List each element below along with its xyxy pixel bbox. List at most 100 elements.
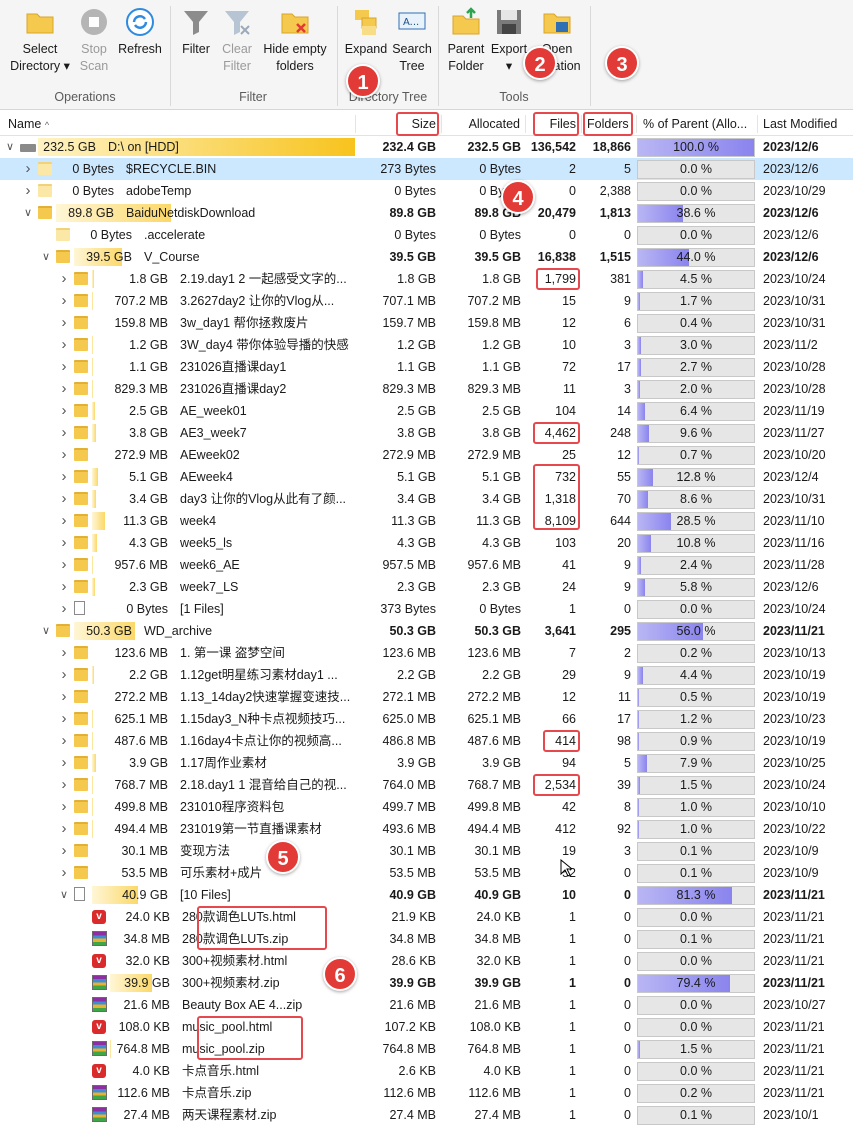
table-row[interactable]: › 625.1 MB 1.15day3_N种卡点视频技巧... 625.0 MB 625… (0, 708, 853, 730)
table-row[interactable]: 764.8 MB music_pool.zip 764.8 MB 764.8 MB 1 0… (0, 1038, 853, 1060)
name-cell[interactable]: › 5.1 GB AEweek4 (0, 466, 355, 488)
table-row[interactable]: 27.4 MB 两天课程素材.zip 27.4 MB 27.4 MB 1 0 2023/10… (0, 1104, 853, 1126)
name-cell[interactable]: › 707.2 MB 3.2627day2 让你的Vlog从... (0, 290, 355, 312)
collapse-chevron-icon[interactable]: ∨ (40, 246, 52, 268)
collapse-chevron-icon[interactable]: ∨ (58, 884, 70, 906)
table-row[interactable]: ∨ 232.5 GB D:\ on [HDD] 232.4 GB 232.5 GB 136… (0, 136, 853, 158)
name-cell[interactable]: › 11.3 GB week4 (0, 510, 355, 532)
table-row[interactable]: › 494.4 MB 231019第一节直播课素材 493.6 MB 494.4 MB 4… (0, 818, 853, 840)
expand-chevron-icon[interactable]: › (22, 180, 34, 202)
name-cell[interactable]: › 3.4 GB day3 让你的Vlog从此有了颜... (0, 488, 355, 510)
expand-chevron-icon[interactable]: › (58, 730, 70, 752)
table-row[interactable]: › 0 Bytes adobeTemp 0 Bytes 0 Bytes 0 2,388 202… (0, 180, 853, 202)
table-row[interactable]: › 957.6 MB week6_AE 957.5 MB 957.6 MB 41 9 2023… (0, 554, 853, 576)
expand-chevron-icon[interactable]: › (58, 532, 70, 554)
name-cell[interactable]: › 159.8 MB 3w_day1 帮你拯救废片 (0, 312, 355, 334)
collapse-chevron-icon[interactable]: ∨ (4, 136, 16, 158)
expand-chevron-icon[interactable]: › (58, 356, 70, 378)
table-row[interactable]: 112.6 MB 卡点音乐.zip 112.6 MB 112.6 MB 1 0 2023/1… (0, 1082, 853, 1104)
column-divider[interactable] (757, 115, 758, 133)
table-row[interactable]: ∨ 40.9 GB [10 Files] 40.9 GB 40.9 GB 10 0 2023/… (0, 884, 853, 906)
table-row[interactable]: › 4.3 GB week5_ls 4.3 GB 4.3 GB 103 20 2023/11/… (0, 532, 853, 554)
name-cell[interactable]: › 30.1 MB 变现方法 (0, 840, 355, 862)
table-row[interactable]: › 272.9 MB AEweek02 272.9 MB 272.9 MB 25 12 202… (0, 444, 853, 466)
table-row[interactable]: 34.8 MB 280款调色LUTs.zip 34.8 MB 34.8 MB 1 0 202… (0, 928, 853, 950)
column-divider[interactable] (355, 115, 356, 133)
search-tree-button[interactable]: A... Search Tree (390, 6, 434, 75)
name-cell[interactable]: › 3.9 GB 1.17周作业素材 (0, 752, 355, 774)
name-cell[interactable]: 112.6 MB 卡点音乐.zip (0, 1082, 355, 1104)
table-row[interactable]: › 829.3 MB 231026直播课day2 829.3 MB 829.3 MB 11… (0, 378, 853, 400)
expand-chevron-icon[interactable]: › (58, 818, 70, 840)
expand-chevron-icon[interactable]: › (58, 290, 70, 312)
table-row[interactable]: › 3.4 GB day3 让你的Vlog从此有了颜... 3.4 GB 3.4 GB 1… (0, 488, 853, 510)
filter-button[interactable]: Filter (176, 6, 216, 58)
expand-button[interactable]: Expand (342, 6, 390, 58)
table-row[interactable]: ›53.5 MB可乐素材+成片53.5 MB53.5 MB5202023/10/… (0, 862, 853, 884)
name-cell[interactable]: › 829.3 MB 231026直播课day2 (0, 378, 355, 400)
name-cell[interactable]: › 768.7 MB 2.18.day1 1 混音给自己的视... (0, 774, 355, 796)
table-row[interactable]: › 159.8 MB 3w_day1 帮你拯救废片 159.7 MB 159.8 MB 1… (0, 312, 853, 334)
table-row[interactable]: › 3.9 GB 1.17周作业素材 3.9 GB 3.9 GB 94 5 2023/10/2… (0, 752, 853, 774)
expand-chevron-icon[interactable]: › (58, 444, 70, 466)
select-directory-button[interactable]: Select Directory ▾ (4, 6, 76, 75)
collapse-chevron-icon[interactable]: ∨ (22, 202, 34, 224)
expand-chevron-icon[interactable]: › (58, 510, 70, 532)
refresh-button[interactable]: Refresh (114, 6, 166, 58)
expand-chevron-icon[interactable]: › (58, 774, 70, 796)
expand-chevron-icon[interactable]: › (58, 576, 70, 598)
name-cell[interactable]: › 3.8 GB AE3_week7 (0, 422, 355, 444)
table-row[interactable]: › 3.8 GB AE3_week7 3.8 GB 3.8 GB 4,462 248 2023… (0, 422, 853, 444)
name-cell[interactable]: ∨ 50.3 GB WD_archive (0, 620, 355, 642)
expand-chevron-icon[interactable]: › (58, 466, 70, 488)
table-row[interactable]: › 1.8 GB 2.19.day1 2 一起感受文字的... 1.8 GB 1.8 G… (0, 268, 853, 290)
expand-chevron-icon[interactable]: › (58, 862, 70, 884)
expand-chevron-icon[interactable]: › (58, 708, 70, 730)
table-row[interactable]: › 707.2 MB 3.2627day2 让你的Vlog从... 707.1 MB 7… (0, 290, 853, 312)
table-row[interactable]: v 108.0 KB music_pool.html 107.2 KB 108.0 KB… (0, 1016, 853, 1038)
expand-chevron-icon[interactable]: › (58, 554, 70, 576)
table-row[interactable]: ∨ 39.5 GB V_Course 39.5 GB 39.5 GB 16,838 1,51… (0, 246, 853, 268)
name-cell[interactable]: › 625.1 MB 1.15day3_N种卡点视频技巧... (0, 708, 355, 730)
name-cell[interactable]: › 1.1 GB 231026直播课day1 (0, 356, 355, 378)
name-cell[interactable]: v 4.0 KB 卡点音乐.html (0, 1060, 355, 1082)
name-cell[interactable]: › 2.2 GB 1.12get明星练习素材day1 ... (0, 664, 355, 686)
table-row[interactable]: › 0 Bytes $RECYCLE.BIN 273 Bytes 0 Bytes 2 5 20… (0, 158, 853, 180)
name-cell[interactable]: v 32.0 KB 300+视频素材.html (0, 950, 355, 972)
table-row[interactable]: › 272.2 MB 1.13_14day2快速掌握变速技... 272.1 MB 27… (0, 686, 853, 708)
expand-chevron-icon[interactable]: › (58, 378, 70, 400)
table-row[interactable]: › 123.6 MB 1. 第一课 盗梦空间 123.6 MB 123.6 MB 7 2 20… (0, 642, 853, 664)
parent-folder-button[interactable]: Parent Folder (442, 6, 490, 75)
name-cell[interactable]: › 0 Bytes adobeTemp (0, 180, 355, 202)
name-cell[interactable]: › 123.6 MB 1. 第一课 盗梦空间 (0, 642, 355, 664)
expand-chevron-icon[interactable]: › (58, 686, 70, 708)
table-row[interactable]: › 487.6 MB 1.16day4卡点让你的视频高... 486.8 MB 487.… (0, 730, 853, 752)
table-row[interactable]: v 32.0 KB 300+视频素材.html 28.6 KB 32.0 KB 1 0 202… (0, 950, 853, 972)
name-cell[interactable]: › 957.6 MB week6_AE (0, 554, 355, 576)
table-row[interactable]: v 4.0 KB 卡点音乐.html 2.6 KB 4.0 KB 1 0 2023/11/21… (0, 1060, 853, 1082)
name-cell[interactable]: › 2.3 GB week7_LS (0, 576, 355, 598)
name-cell[interactable]: 21.6 MB Beauty Box AE 4...zip (0, 994, 355, 1016)
name-cell[interactable]: › 1.2 GB 3W_day4 带你体验导播的快感 (0, 334, 355, 356)
expand-chevron-icon[interactable]: › (58, 752, 70, 774)
name-cell[interactable]: ∨ 232.5 GB D:\ on [HDD] (0, 136, 355, 158)
expand-chevron-icon[interactable]: › (58, 422, 70, 444)
name-cell[interactable]: › 272.9 MB AEweek02 (0, 444, 355, 466)
table-row[interactable]: › 11.3 GB week4 11.3 GB 11.3 GB 8,109 644 2023/… (0, 510, 853, 532)
clear-filter-button[interactable]: Clear Filter (216, 6, 258, 75)
table-row[interactable]: › 0 Bytes [1 Files] 373 Bytes 0 Bytes 1 0 2023/… (0, 598, 853, 620)
table-row[interactable]: › 2.2 GB 1.12get明星练习素材day1 ... 2.2 GB 2.2 GB… (0, 664, 853, 686)
name-cell[interactable]: › 2.5 GB AE_week01 (0, 400, 355, 422)
expand-chevron-icon[interactable]: › (58, 796, 70, 818)
expand-chevron-icon[interactable]: › (58, 598, 70, 620)
expand-chevron-icon[interactable]: › (58, 840, 70, 862)
name-cell[interactable]: 0 Bytes .accelerate (0, 224, 355, 246)
table-row[interactable]: ∨ 89.8 GB BaiduNetdiskDownload 89.8 GB 89.8 … (0, 202, 853, 224)
table-row[interactable]: › 1.1 GB 231026直播课day1 1.1 GB 1.1 GB 72 17 2023… (0, 356, 853, 378)
table-row[interactable]: › 30.1 MB 变现方法 30.1 MB 30.1 MB 19 3 2023/10/9 0.… (0, 840, 853, 862)
column-header-percent-of-parent[interactable]: % of Parent (Allo... (643, 112, 755, 136)
column-divider[interactable] (525, 115, 526, 133)
column-header-name[interactable]: Name ^ (8, 112, 348, 136)
expand-chevron-icon[interactable]: › (58, 642, 70, 664)
table-row[interactable]: › 1.2 GB 3W_day4 带你体验导播的快感 1.2 GB 1.2 GB 10 3 2… (0, 334, 853, 356)
